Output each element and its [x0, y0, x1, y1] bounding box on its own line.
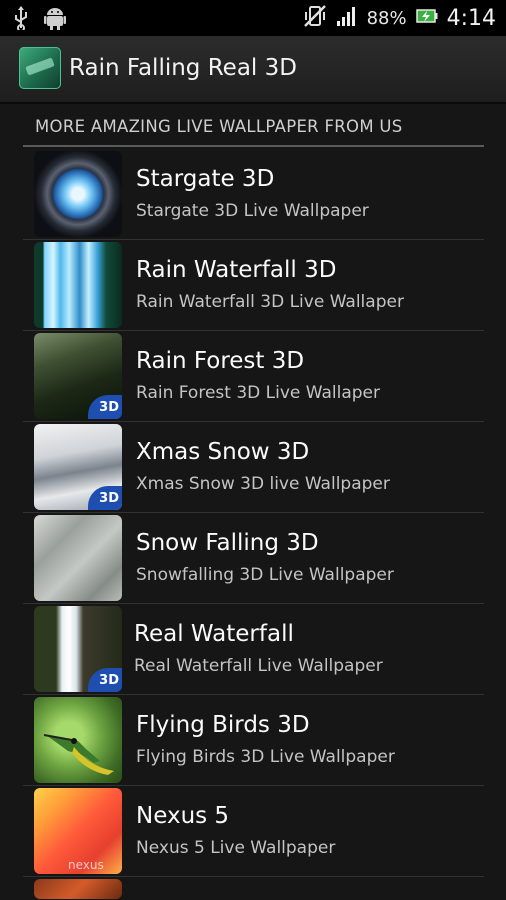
hummingbird-icon — [43, 734, 114, 775]
3d-badge: 3D — [88, 395, 122, 419]
app-icon[interactable] — [19, 47, 61, 89]
item-subtitle: Real Waterfall Live Wallpaper — [134, 656, 383, 676]
battery-charging-icon — [415, 8, 438, 28]
usb-icon — [14, 6, 28, 34]
item-subtitle: Nexus 5 Live Wallpaper — [136, 838, 336, 858]
snow-falling-thumbnail — [34, 515, 122, 601]
android-debug-icon — [44, 6, 66, 34]
item-subtitle: Rain Forest 3D Live Wallaper — [136, 383, 381, 403]
rain-forest-thumbnail: 3D — [34, 333, 122, 419]
section-header: MORE AMAZING LIVE WALLPAPER FROM US — [35, 117, 403, 136]
item-title: Snow Falling 3D — [136, 530, 319, 556]
item-title: Rain Waterfall 3D — [136, 257, 337, 283]
item-subtitle: Flying Birds 3D Live Wallpaper — [136, 747, 395, 767]
item-subtitle: Xmas Snow 3D live Wallpaper — [136, 474, 390, 494]
list-item[interactable]: Rain Waterfall 3D Rain Waterfall 3D Live… — [23, 240, 484, 331]
list-item[interactable]: 3D Rain Forest 3D Rain Forest 3D Live Wa… — [23, 331, 484, 422]
list-item[interactable]: nexus Nexus 5 Nexus 5 Live Wallpaper — [23, 786, 484, 877]
item-title: Rain Forest 3D — [136, 348, 305, 374]
item-title: Nexus 5 — [136, 803, 230, 829]
signal-icon — [336, 5, 358, 31]
item-title: Stargate 3D — [136, 166, 275, 192]
item-title: Real Waterfall — [134, 621, 294, 647]
status-bar: 88% 4:14 — [0, 0, 506, 36]
item-subtitle: Rain Waterfall 3D Live Wallaper — [136, 292, 404, 312]
rain-waterfall-thumbnail — [34, 242, 122, 328]
list-item[interactable]: Flying Birds 3D Flying Birds 3D Live Wal… — [23, 695, 484, 786]
list-item[interactable]: 3D Real Waterfall Real Waterfall Live Wa… — [23, 604, 484, 695]
xmas-snow-thumbnail: 3D — [34, 424, 122, 510]
stargate-thumbnail — [34, 151, 122, 237]
flying-birds-thumbnail — [34, 697, 122, 783]
partial-thumbnail — [34, 879, 122, 899]
real-waterfall-thumbnail: 3D — [34, 606, 122, 692]
item-subtitle: Stargate 3D Live Wallpaper — [136, 201, 369, 221]
battery-percentage: 88% — [366, 7, 407, 29]
list-item[interactable]: Snow Falling 3D Snowfalling 3D Live Wall… — [23, 513, 484, 604]
nexus-5-thumbnail: nexus — [34, 788, 122, 874]
list-item[interactable] — [23, 877, 484, 899]
item-title: Xmas Snow 3D — [136, 439, 310, 465]
clock-time: 4:14 — [446, 5, 496, 31]
item-title: Flying Birds 3D — [136, 712, 310, 738]
action-bar: Rain Falling Real 3D — [0, 36, 506, 104]
3d-badge: 3D — [88, 486, 122, 510]
item-subtitle: Snowfalling 3D Live Wallpaper — [136, 565, 394, 585]
vibrate-off-icon — [303, 4, 327, 32]
app-title: Rain Falling Real 3D — [69, 55, 297, 81]
list-item[interactable]: 3D Xmas Snow 3D Xmas Snow 3D live Wallpa… — [23, 422, 484, 513]
wallpaper-list: Stargate 3D Stargate 3D Live Wallpaper R… — [23, 149, 484, 899]
3d-badge: 3D — [88, 668, 122, 692]
nexus-watermark: nexus — [68, 858, 104, 872]
list-item[interactable]: Stargate 3D Stargate 3D Live Wallpaper — [23, 149, 484, 240]
section-divider — [23, 145, 484, 147]
